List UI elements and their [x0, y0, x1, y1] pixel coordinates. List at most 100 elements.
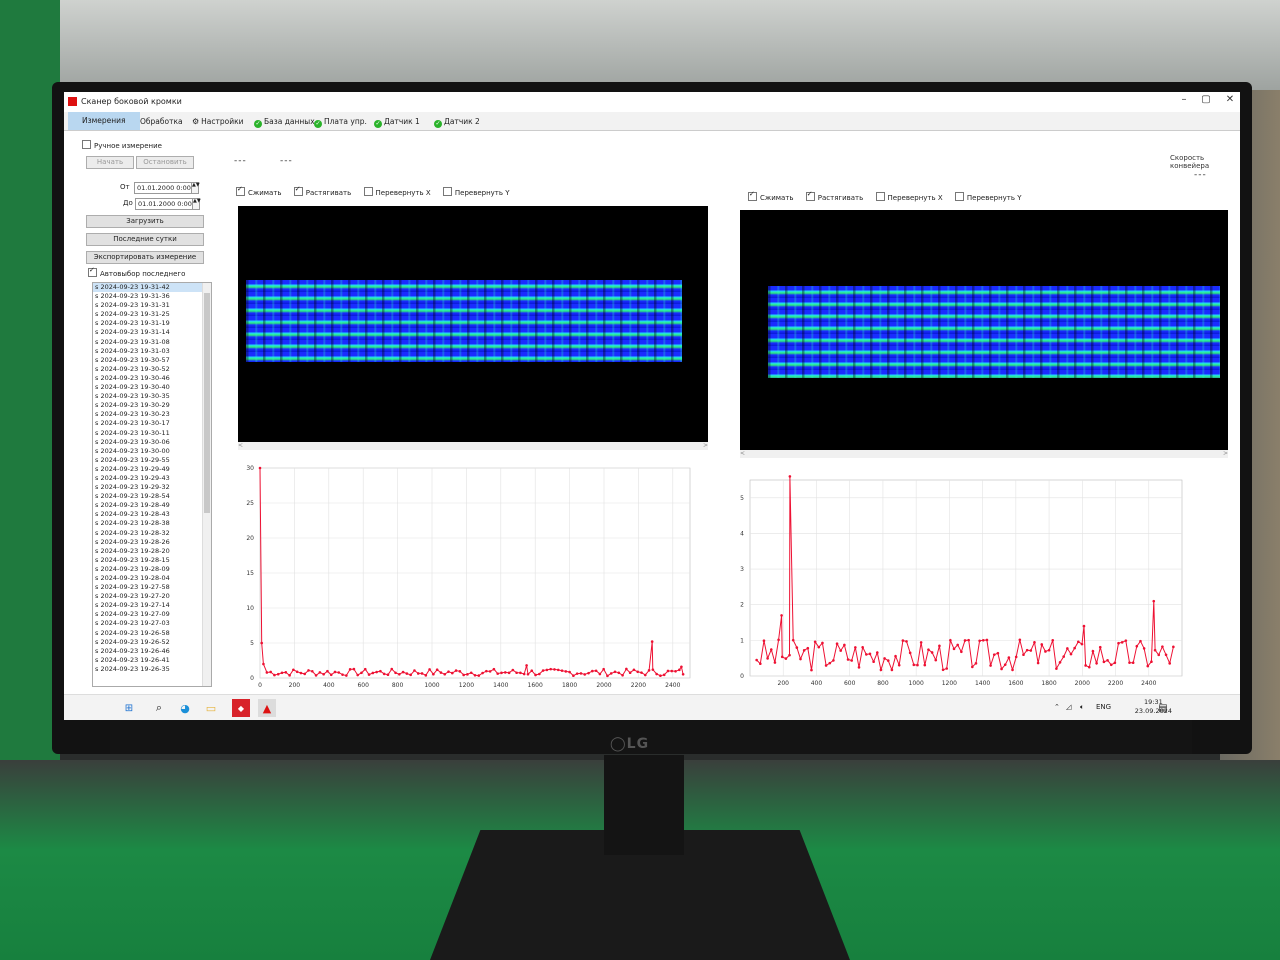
list-item[interactable]: s 2024-09-23 19-30-00 [93, 447, 211, 456]
scanner-app-icon[interactable]: ▲ [258, 699, 276, 717]
tab-measurements[interactable]: Измерения [68, 112, 140, 130]
compress-checkbox[interactable]: Сжимать [236, 185, 282, 197]
list-item[interactable]: s 2024-09-23 19-31-19 [93, 319, 211, 328]
list-item[interactable]: s 2024-09-23 19-27-20 [93, 592, 211, 601]
list-item[interactable]: s 2024-09-23 19-29-32 [93, 483, 211, 492]
list-item[interactable]: s 2024-09-23 19-30-11 [93, 429, 211, 438]
to-date-input[interactable]: 01.01.2000 0:00 [135, 198, 199, 210]
list-item[interactable]: s 2024-09-23 19-31-31 [93, 301, 211, 310]
from-spin-button[interactable]: ▲▼ [191, 182, 200, 194]
list-item[interactable]: s 2024-09-23 19-28-09 [93, 565, 211, 574]
y-tick-label: 25 [246, 500, 254, 507]
search-icon[interactable]: ⌕ [150, 699, 168, 717]
tab-database[interactable]: ✓ База данных [250, 115, 319, 129]
flip-x-checkbox[interactable]: Перевернуть X [875, 192, 943, 202]
sensor-1-hscrollbar[interactable]: < > [238, 442, 708, 450]
manual-measure-checkbox[interactable]: Ручное измерение [82, 140, 162, 150]
list-item[interactable]: s 2024-09-23 19-29-49 [93, 465, 211, 474]
minimize-button[interactable]: – [1174, 94, 1194, 105]
export-button[interactable]: Экспортировать измерение [86, 251, 204, 264]
list-item[interactable]: s 2024-09-23 19-30-06 [93, 438, 211, 447]
list-item[interactable]: s 2024-09-23 19-26-52 [93, 638, 211, 647]
file-explorer-icon[interactable]: ▭ [202, 699, 220, 717]
list-item[interactable]: s 2024-09-23 19-27-58 [93, 583, 211, 592]
stop-button[interactable]: Остановить [136, 156, 194, 169]
measurement-list[interactable]: s 2024-09-23 19-31-42 s 2024-09-23 19-31-… [92, 282, 212, 687]
flip-y-checkbox[interactable]: Перевернуть Y [442, 187, 510, 197]
list-item[interactable]: s 2024-09-23 19-28-49 [93, 501, 211, 510]
list-item[interactable]: s 2024-09-23 19-30-17 [93, 419, 211, 428]
network-icon[interactable]: ◿ [1066, 703, 1071, 711]
stretch-checkbox[interactable]: Растягивать [293, 185, 351, 197]
flip-x-checkbox[interactable]: Перевернуть X [363, 187, 431, 197]
list-item[interactable]: s 2024-09-23 19-28-38 [93, 519, 211, 528]
data-point [594, 669, 598, 673]
list-item[interactable]: s 2024-09-23 19-28-04 [93, 574, 211, 583]
list-item[interactable]: s 2024-09-23 19-26-35 [93, 665, 211, 674]
list-item[interactable]: s 2024-09-23 19-31-25 [93, 310, 211, 319]
start-button[interactable]: Начать [86, 156, 134, 169]
list-item[interactable]: s 2024-09-23 19-28-26 [93, 538, 211, 547]
edge-browser-icon[interactable]: ◕ [176, 699, 194, 717]
scroll-right-arrow[interactable]: > [1223, 450, 1228, 458]
last-day-button[interactable]: Последние сутки [86, 233, 204, 246]
anydesk-app-icon[interactable]: ◆ [232, 699, 250, 717]
list-item[interactable]: s 2024-09-23 19-30-40 [93, 383, 211, 392]
volume-icon[interactable]: 🔈︎ [1080, 703, 1084, 712]
list-item[interactable]: s 2024-09-23 19-31-42 [93, 283, 211, 293]
sensor-2-hscrollbar[interactable]: < > [740, 450, 1228, 458]
list-item[interactable]: s 2024-09-23 19-27-03 [93, 619, 211, 628]
list-item[interactable]: s 2024-09-23 19-31-03 [93, 347, 211, 356]
list-scrollbar[interactable] [202, 283, 211, 686]
list-item[interactable]: s 2024-09-23 19-26-46 [93, 647, 211, 656]
compress-checkbox[interactable]: Сжимать [748, 190, 794, 202]
list-item[interactable]: s 2024-09-23 19-31-08 [93, 338, 211, 347]
to-spin-button[interactable]: ▲▼ [192, 198, 201, 210]
tray-expand-icon[interactable]: ⌃ [1054, 703, 1060, 711]
scroll-left-arrow[interactable]: < [740, 450, 745, 457]
tab-settings[interactable]: ⚙ Настройки [188, 115, 248, 129]
data-point [640, 671, 643, 674]
list-item[interactable]: s 2024-09-23 19-28-43 [93, 510, 211, 519]
list-item[interactable]: s 2024-09-23 19-26-58 [93, 629, 211, 638]
data-point [262, 662, 265, 666]
list-item[interactable]: s 2024-09-23 19-30-35 [93, 392, 211, 401]
list-item[interactable]: s 2024-09-23 19-27-14 [93, 601, 211, 610]
windows-start-icon[interactable]: ⊞ [120, 699, 138, 717]
close-button[interactable]: ✕ [1220, 94, 1240, 105]
list-item[interactable]: s 2024-09-23 19-31-14 [93, 328, 211, 337]
list-item[interactable]: s 2024-09-23 19-30-52 [93, 365, 211, 374]
sensor-2-heatmap-view[interactable] [740, 210, 1228, 450]
list-item[interactable]: s 2024-09-23 19-26-41 [93, 656, 211, 665]
list-item[interactable]: s 2024-09-23 19-28-32 [93, 529, 211, 538]
tab-sensor-1[interactable]: ✓ Датчик 1 [370, 115, 424, 129]
autoselect-checkbox[interactable]: Автовыбор последнего [88, 266, 185, 278]
list-item[interactable]: s 2024-09-23 19-30-23 [93, 410, 211, 419]
flip-y-checkbox[interactable]: Перевернуть Y [954, 192, 1022, 202]
list-item[interactable]: s 2024-09-23 19-29-55 [93, 456, 211, 465]
sensor-1-heatmap-view[interactable] [238, 206, 708, 442]
list-item[interactable]: s 2024-09-23 19-30-46 [93, 374, 211, 383]
list-item[interactable]: s 2024-09-23 19-28-20 [93, 547, 211, 556]
list-item[interactable]: s 2024-09-23 19-31-36 [93, 292, 211, 301]
stretch-checkbox[interactable]: Растягивать [805, 190, 863, 202]
scrollbar-thumb[interactable] [204, 293, 210, 513]
list-item[interactable]: s 2024-09-23 19-30-57 [93, 356, 211, 365]
from-date-input[interactable]: 01.01.2000 0:00 [134, 182, 198, 194]
notification-icon[interactable]: ▤ [1154, 699, 1172, 717]
list-item[interactable]: s 2024-09-23 19-29-43 [93, 474, 211, 483]
tab-sensor-2[interactable]: ✓ Датчик 2 [430, 115, 484, 129]
data-point [670, 669, 674, 673]
data-point [1047, 648, 1051, 652]
maximize-button[interactable]: ▢ [1196, 94, 1216, 105]
scroll-right-arrow[interactable]: > [703, 442, 708, 450]
list-item[interactable]: s 2024-09-23 19-28-15 [93, 556, 211, 565]
language-indicator[interactable]: ENG [1096, 703, 1111, 711]
scroll-left-arrow[interactable]: < [238, 442, 243, 449]
list-item[interactable]: s 2024-09-23 19-28-54 [93, 492, 211, 501]
load-button[interactable]: Загрузить [86, 215, 204, 228]
tab-processing[interactable]: Обработка [136, 115, 187, 129]
list-item[interactable]: s 2024-09-23 19-30-29 [93, 401, 211, 410]
list-item[interactable]: s 2024-09-23 19-27-09 [93, 610, 211, 619]
tab-control-board[interactable]: ✓ Плата упр. [310, 115, 371, 129]
